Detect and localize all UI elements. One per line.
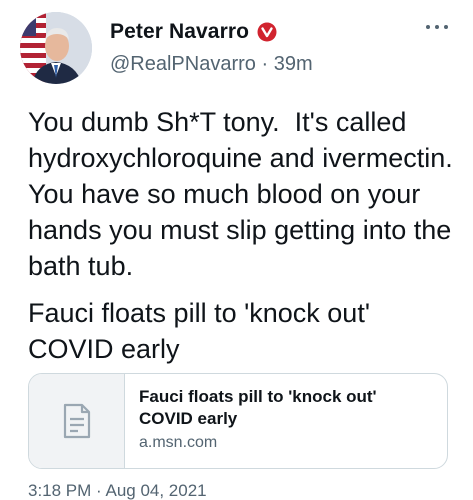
time-ago[interactable]: 39m xyxy=(274,53,313,75)
author-handle[interactable]: @RealPNavarro xyxy=(110,53,256,75)
card-info: Fauci floats pill to 'knock out' COVID e… xyxy=(125,374,429,468)
card-domain: a.msn.com xyxy=(139,434,218,451)
link-preview-card[interactable]: Fauci floats pill to 'knock out' COVID e… xyxy=(28,373,448,469)
tweet-link-text: Fauci floats pill to 'knock out' COVID e… xyxy=(28,298,378,364)
tweet-header: Peter Navarro @RealPNavarro · 39m xyxy=(20,12,460,84)
more-options-icon[interactable] xyxy=(424,22,450,32)
separator: · xyxy=(261,53,274,75)
verified-badge-icon xyxy=(257,22,277,42)
tweet-timestamp[interactable]: 3:18 PM · Aug 04, 2021 xyxy=(28,481,207,500)
author-handle-row: @RealPNavarro · 39m xyxy=(110,53,313,76)
article-placeholder-icon xyxy=(63,403,90,439)
tweet-text: You dumb Sh*T tony. It's called hydroxyc… xyxy=(28,107,468,281)
card-thumbnail xyxy=(29,374,125,468)
card-title[interactable]: Fauci floats pill to 'knock out' COVID e… xyxy=(139,386,429,430)
avatar[interactable] xyxy=(20,12,92,84)
author-name[interactable]: Peter Navarro xyxy=(110,20,249,44)
avatar-image xyxy=(20,12,92,84)
author-name-row: Peter Navarro xyxy=(110,20,277,44)
